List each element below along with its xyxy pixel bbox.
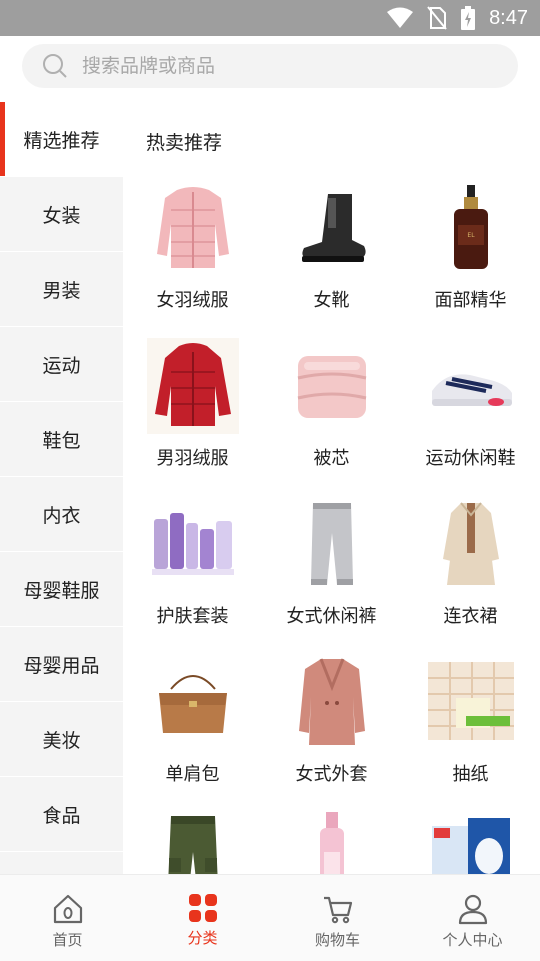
tab-label: 首页 — [52, 931, 83, 949]
product-label: 男羽绒服 — [156, 448, 229, 469]
shoulder-bag-image — [147, 654, 239, 750]
sidebar-item-baby-products[interactable]: 母婴用品 — [0, 627, 123, 702]
pink-down-jacket-image — [147, 180, 239, 276]
tab-home[interactable]: 首页 — [0, 875, 135, 961]
product-item[interactable]: 连衣裙 — [401, 496, 540, 654]
sidebar-item-sports[interactable]: 运动 — [0, 327, 123, 402]
tab-label: 个人中心 — [442, 931, 503, 949]
home-icon — [53, 894, 82, 924]
product-item[interactable]: 抽纸 — [401, 654, 540, 812]
product-item[interactable] — [262, 812, 401, 874]
sidebar-item-beauty[interactable]: 美妆 — [0, 702, 123, 777]
tissue-pack-image — [425, 654, 517, 750]
product-item[interactable]: 女羽绒服 — [123, 180, 262, 338]
sidebar-item-label: 运动 — [42, 354, 81, 377]
skincare-set-image — [147, 496, 239, 592]
product-label: 抽纸 — [452, 764, 489, 785]
red-down-jacket-image — [147, 338, 239, 434]
coat-image — [286, 654, 378, 750]
status-bar: 8:47 — [0, 0, 540, 36]
svg-text:EL: EL — [467, 232, 475, 239]
black-boot-image — [286, 180, 378, 276]
dress-image — [425, 496, 517, 592]
pink-bottle-image — [286, 812, 378, 874]
sidebar-item-underwear[interactable]: 内衣 — [0, 477, 123, 552]
sidebar-item-baby-apparel[interactable]: 母婴鞋服 — [0, 552, 123, 627]
sidebar-item-womens-wear[interactable]: 女装 — [0, 177, 123, 252]
product-label: 女羽绒服 — [156, 290, 229, 311]
wifi-icon — [387, 7, 414, 28]
product-item[interactable]: 男羽绒服 — [123, 338, 262, 496]
tab-category[interactable]: 分类 — [135, 875, 270, 961]
status-time: 8:47 — [489, 6, 528, 29]
sidebar-item-mens-wear[interactable]: 男装 — [0, 252, 123, 327]
bottom-tab-bar: 首页 分类 购物车 个人中心 — [0, 874, 540, 961]
product-label: 女靴 — [313, 290, 350, 311]
sidebar-item-label: 男装 — [42, 279, 81, 302]
sidebar-item-label: 鞋包 — [42, 429, 81, 452]
product-item[interactable]: 护肤套装 — [123, 496, 262, 654]
product-label: 女式外套 — [295, 764, 368, 785]
search-icon — [43, 54, 67, 78]
serum-bottle-image: EL — [425, 180, 517, 276]
product-item[interactable] — [123, 812, 262, 874]
sweatpants-image — [286, 496, 378, 592]
product-item[interactable]: 女靴 — [262, 180, 401, 338]
sidebar-item-label: 女装 — [42, 204, 81, 227]
sidebar-item-label: 内衣 — [42, 504, 81, 527]
product-item[interactable]: 女式外套 — [262, 654, 401, 812]
search-input[interactable] — [80, 54, 464, 78]
product-label: 单肩包 — [165, 764, 220, 785]
no-sim-icon — [427, 6, 447, 30]
battery-icon — [461, 6, 476, 30]
section-title: 热卖推荐 — [146, 132, 223, 154]
category-icon — [188, 894, 217, 922]
sidebar-item-label: 母婴用品 — [23, 654, 100, 677]
tab-profile[interactable]: 个人中心 — [405, 875, 540, 961]
sneaker-image — [425, 338, 517, 434]
cart-icon — [323, 896, 352, 924]
sidebar-item-featured[interactable]: 精选推荐 — [0, 102, 123, 177]
status-icons: 8:47 — [387, 6, 528, 30]
product-label: 被芯 — [313, 448, 350, 469]
product-item[interactable]: 单肩包 — [123, 654, 262, 812]
product-label: 连衣裙 — [443, 606, 498, 627]
product-label: 运动休闲鞋 — [425, 448, 516, 469]
product-item[interactable]: 被芯 — [262, 338, 401, 496]
face-mask-box-image — [425, 812, 517, 874]
search-bar[interactable] — [22, 44, 518, 88]
sidebar-item-food[interactable]: 食品 — [0, 777, 123, 852]
cargo-pants-image — [147, 812, 239, 874]
product-label: 面部精华 — [434, 290, 507, 311]
sidebar-item-shoes-bags[interactable]: 鞋包 — [0, 402, 123, 477]
product-item[interactable]: EL 面部精华 — [401, 180, 540, 338]
category-content: 热卖推荐 女羽绒服 女靴 EL 面部精华 男羽绒服 被芯 运动休闲鞋 护肤套装 … — [123, 102, 540, 874]
product-item[interactable]: 运动休闲鞋 — [401, 338, 540, 496]
sidebar-item-label: 美妆 — [42, 729, 81, 752]
product-label: 护肤套装 — [156, 606, 229, 627]
product-label: 女式休闲裤 — [286, 606, 377, 627]
tab-cart[interactable]: 购物车 — [270, 875, 405, 961]
search-area — [0, 36, 540, 100]
sidebar-item-label: 食品 — [42, 804, 81, 827]
tab-label: 分类 — [187, 929, 218, 947]
user-icon — [458, 894, 487, 925]
sidebar-item-label: 精选推荐 — [23, 129, 100, 152]
product-item[interactable] — [401, 812, 540, 874]
category-sidebar: 精选推荐 女装 男装 运动 鞋包 内衣 母婴鞋服 母婴用品 美妆 食品 — [0, 102, 123, 874]
quilt-image — [286, 338, 378, 434]
sidebar-item-label: 母婴鞋服 — [23, 579, 100, 602]
product-item[interactable]: 女式休闲裤 — [262, 496, 401, 654]
tab-label: 购物车 — [314, 931, 360, 949]
